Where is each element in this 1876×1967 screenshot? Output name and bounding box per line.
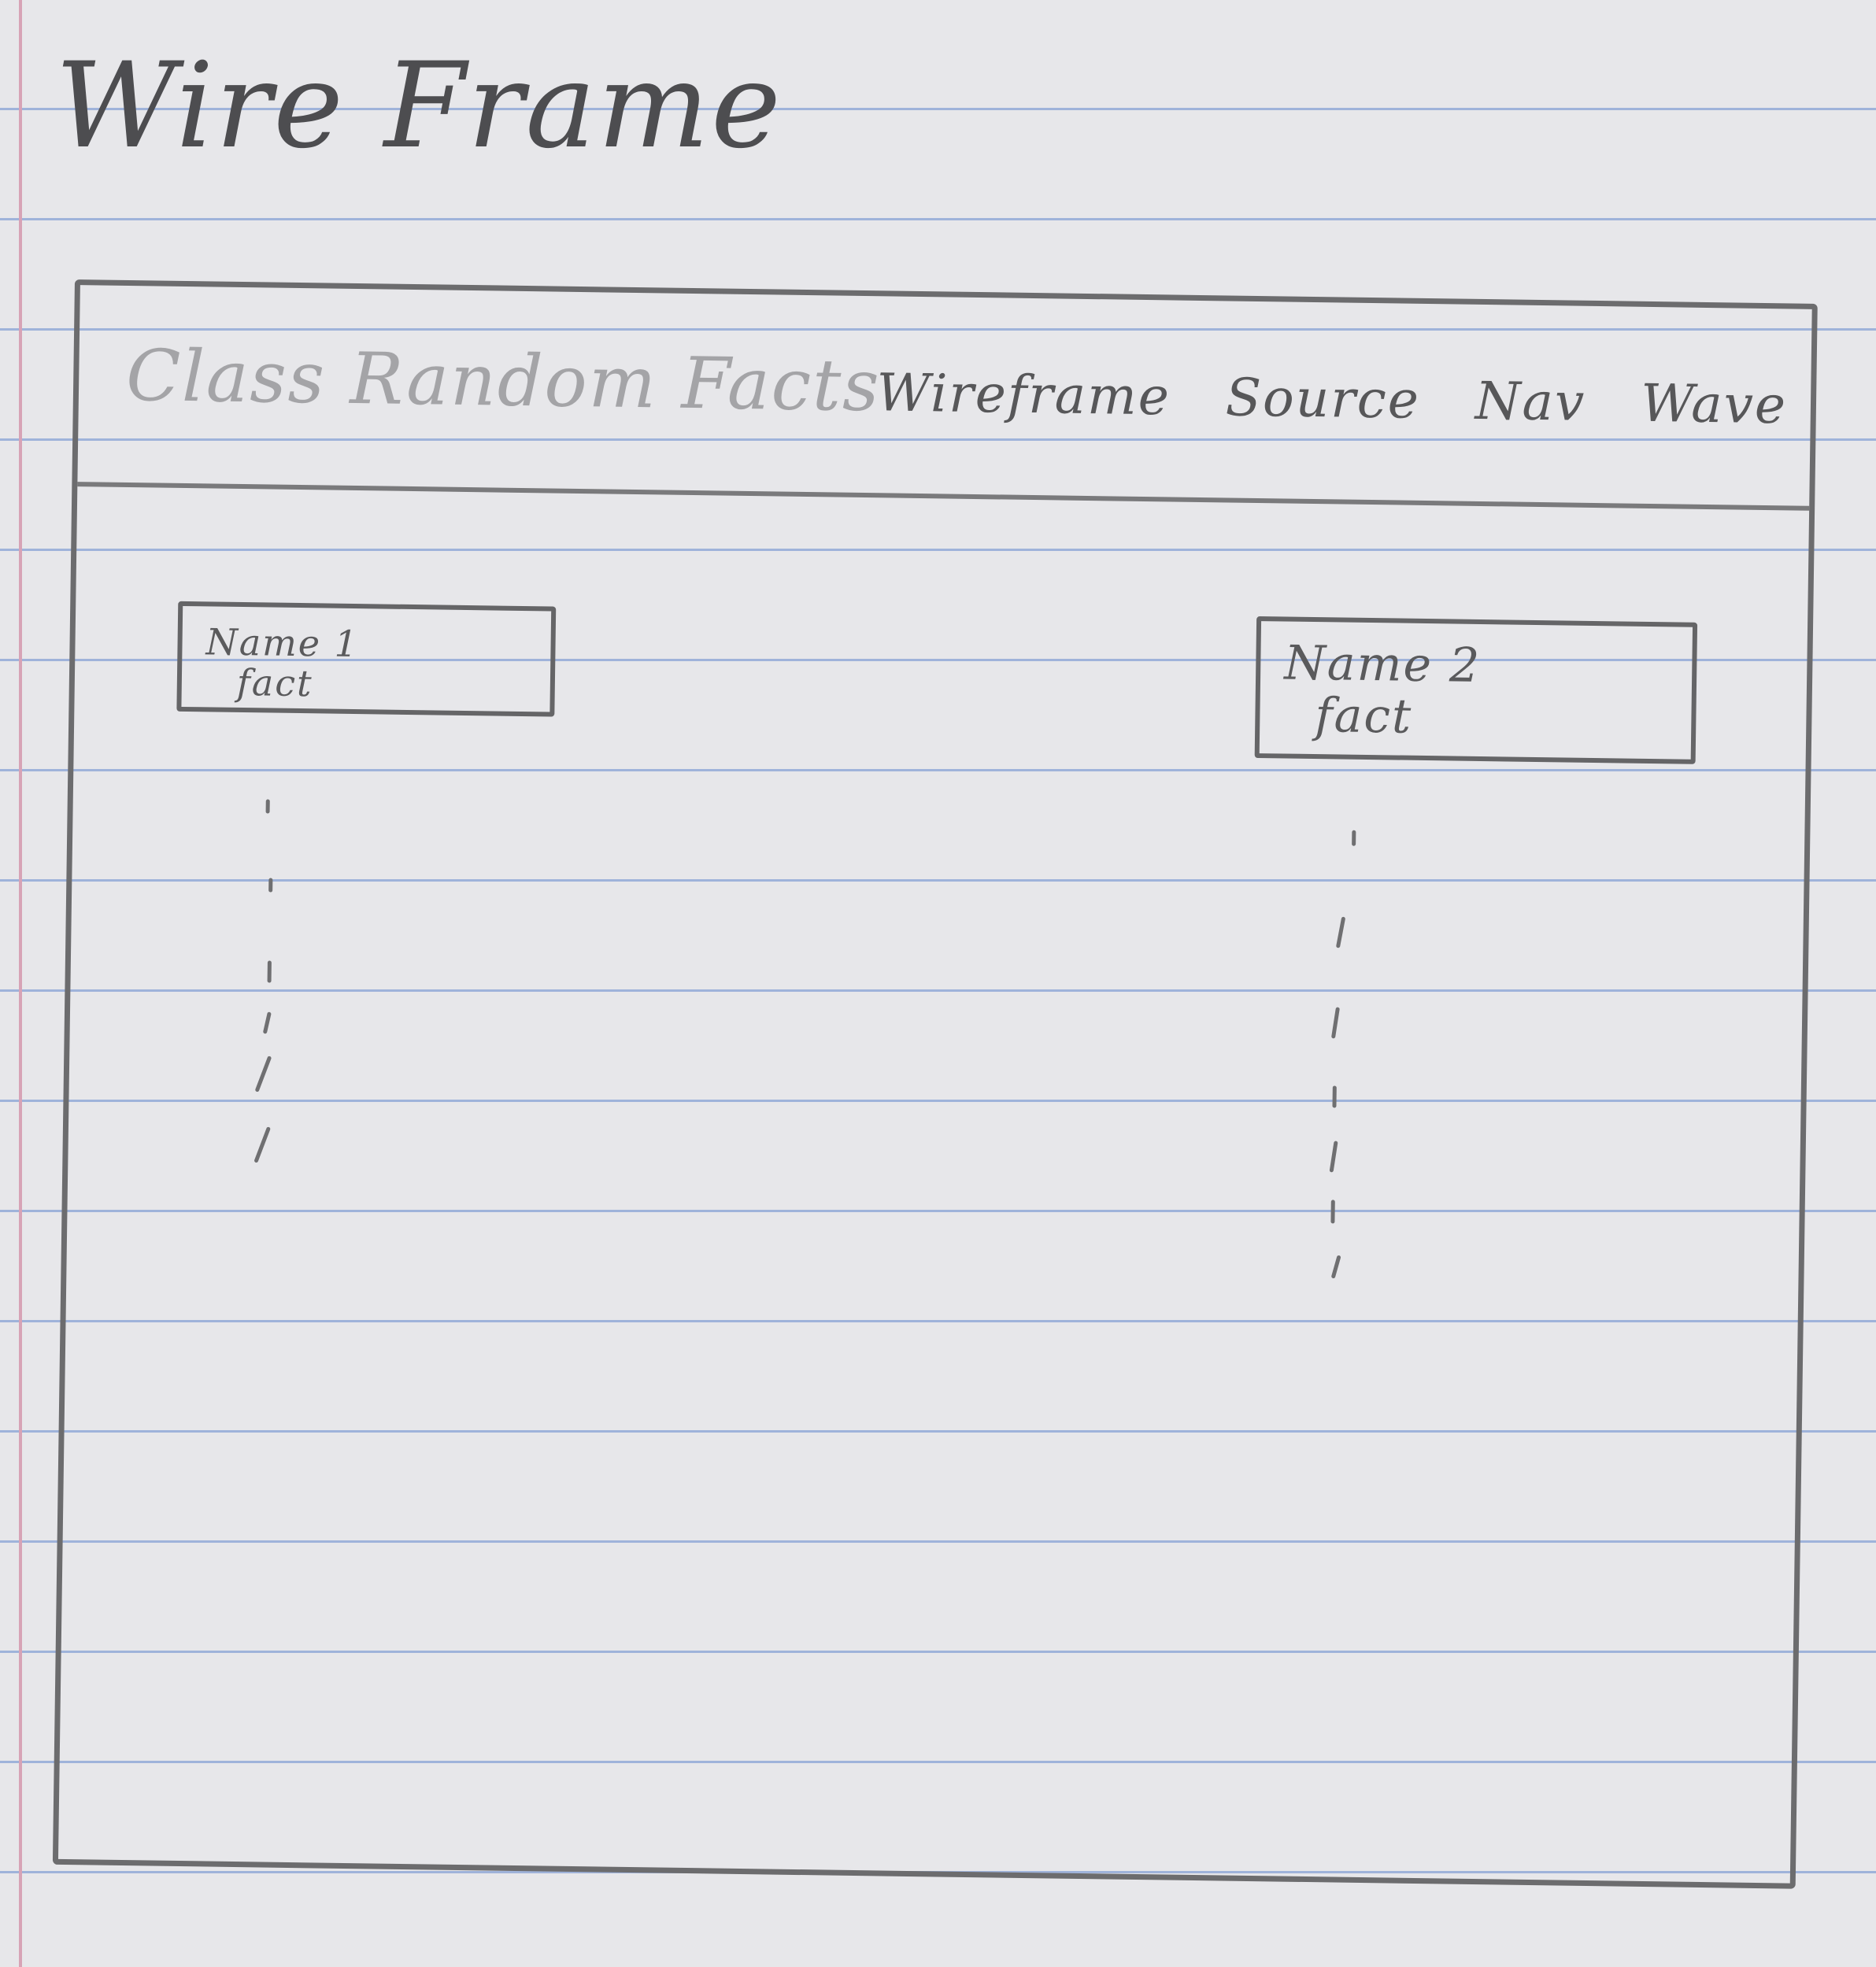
card-fact: fact: [1314, 688, 1413, 745]
list-continuation-mark: [253, 1126, 272, 1163]
list-continuation-mark: [1330, 1255, 1341, 1279]
fact-card-2[interactable]: Name 2 fact: [1254, 616, 1698, 764]
nav-link-source[interactable]: Source: [1225, 367, 1420, 430]
list-continuation-mark: [1335, 916, 1346, 948]
list-continuation-mark: [1330, 1200, 1335, 1224]
wireframe-window: Class Random Facts Wireframe Source Nav …: [52, 279, 1818, 1889]
list-continuation-mark: [1332, 1085, 1337, 1108]
card-fact: fact: [236, 660, 313, 704]
card-name: Name 1: [205, 620, 360, 666]
fact-card-1[interactable]: Name 1 fact: [176, 601, 557, 717]
list-continuation-mark: [262, 1011, 272, 1034]
header-divider: [77, 482, 1810, 511]
list-continuation-mark: [1352, 830, 1356, 846]
list-continuation-mark: [1330, 1007, 1340, 1039]
list-continuation-mark: [268, 878, 273, 893]
card-name: Name 2: [1283, 635, 1482, 693]
nav-link-wireframe[interactable]: Wireframe: [876, 362, 1171, 427]
list-continuation-mark: [254, 1056, 272, 1093]
nav-link-wave[interactable]: Wave: [1641, 373, 1788, 436]
site-title: Class Random Facts: [125, 334, 882, 428]
list-continuation-mark: [1329, 1141, 1338, 1173]
list-continuation-mark: [265, 799, 270, 814]
header-nav: Wireframe Source Nav Wave: [876, 362, 1788, 436]
nav-link-nav[interactable]: Nav: [1475, 371, 1586, 433]
list-continuation-mark: [267, 960, 272, 983]
page-heading: Wire Frame: [55, 38, 783, 175]
notebook-margin-line: [19, 0, 22, 1967]
